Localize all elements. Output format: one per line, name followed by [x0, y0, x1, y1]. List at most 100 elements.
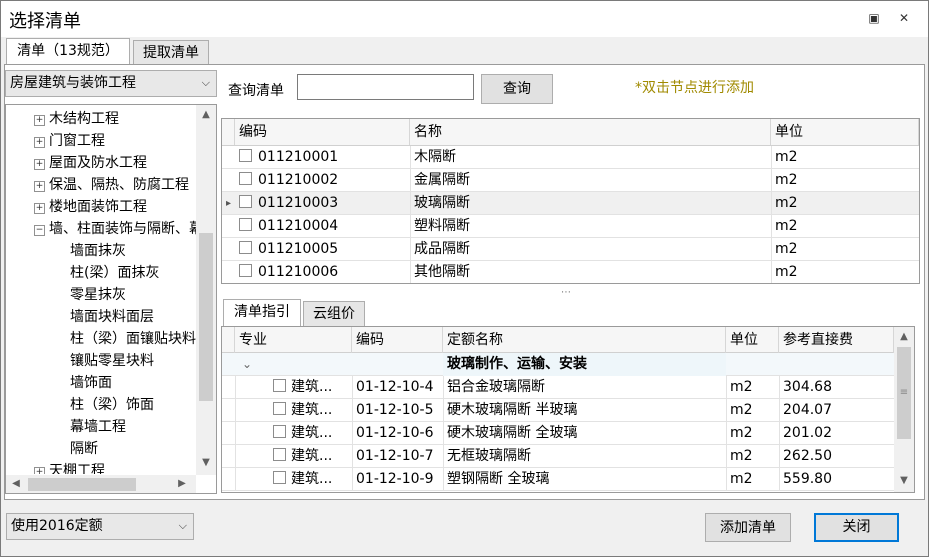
tree-item[interactable]: 墙饰面 — [6, 372, 198, 394]
tree-item[interactable]: 镶贴零星块料 — [6, 350, 198, 372]
list-row[interactable]: 011210001 木隔断 m2 — [222, 146, 919, 169]
add-list-button[interactable]: 添加清单 — [705, 513, 791, 542]
tree-item[interactable]: 墙面抹灰 — [6, 240, 198, 262]
tree-vscroll-thumb[interactable] — [199, 233, 213, 401]
row-checkbox[interactable] — [239, 172, 252, 185]
quota-version-combo[interactable]: 使用2016定额 ⌵ — [6, 513, 194, 540]
quota-group-name: 玻璃制作、运输、安装 — [443, 353, 726, 376]
quota-scroll-down-icon[interactable]: ▼ — [894, 475, 914, 486]
list-row[interactable]: 011210002 金属隔断 m2 — [222, 169, 919, 192]
row-checkbox[interactable] — [239, 218, 252, 231]
tab-list-13[interactable]: 清单（13规范） — [6, 38, 130, 66]
tree-item-label: 柱(梁）面抹灰 — [70, 265, 160, 281]
scroll-down-icon[interactable]: ▼ — [196, 457, 216, 468]
quota-cell-fee: 559.80 — [783, 471, 832, 487]
quota-row[interactable]: 建筑... 01-12-10-7 无框玻璃隔断 m2 262.50 — [222, 445, 894, 468]
tree-item[interactable]: + 天棚工程 — [6, 460, 198, 474]
quota-major-text: 建筑... — [291, 425, 333, 441]
expand-icon[interactable]: + — [34, 181, 45, 192]
expand-icon[interactable]: + — [34, 203, 45, 214]
quota-group-row[interactable]: ⌄ 玻璃制作、运输、安装 — [222, 353, 894, 376]
close-button[interactable]: 关闭 — [814, 513, 899, 542]
column-divider — [443, 376, 444, 399]
quota-row[interactable]: 建筑... 01-12-10-6 硬木玻璃隔断 全玻璃 m2 201.02 — [222, 422, 894, 445]
tree-item[interactable]: 幕墙工程 — [6, 416, 198, 438]
tree-item[interactable]: + 保温、隔热、防腐工程 — [6, 174, 198, 196]
column-divider — [779, 422, 780, 445]
quota-row-checkbox[interactable] — [273, 471, 286, 484]
list-row[interactable]: ▸ 011210003 玻璃隔断 m2 — [222, 192, 919, 215]
list-cell-unit: m2 — [775, 149, 798, 165]
list-row[interactable]: 011210006 其他隔断 m2 — [222, 261, 919, 283]
row-checkbox[interactable] — [239, 241, 252, 254]
quota-scroll-up-icon[interactable]: ▲ — [894, 331, 914, 342]
splitter-grip-icon[interactable]: ⋯ — [561, 287, 571, 298]
scroll-right-icon[interactable]: ▶ — [176, 478, 188, 489]
tab-list-guide[interactable]: 清单指引 — [223, 299, 301, 327]
row-checkbox[interactable] — [239, 149, 252, 162]
expand-icon[interactable]: + — [34, 467, 45, 474]
tree-item-label: 隔断 — [70, 441, 98, 457]
quota-row[interactable]: 建筑... 01-12-10-4 铝合金玻璃隔断 m2 304.68 — [222, 376, 894, 399]
list-cell-code: 011210006 — [235, 261, 410, 283]
quota-vscrollbar[interactable]: ▲ ≡ ▼ — [894, 327, 914, 492]
tree-item-label: 楼地面装饰工程 — [49, 199, 147, 215]
quota-row[interactable]: 建筑... 01-12-10-5 硬木玻璃隔断 半玻璃 m2 204.07 — [222, 399, 894, 422]
quota-cell-name: 硬木玻璃隔断 半玻璃 — [447, 402, 578, 418]
tree-hscrollbar[interactable]: ◀ ▶ — [6, 475, 196, 493]
quota-row[interactable]: 建筑... 01-12-10-9 塑钢隔断 全玻璃 m2 559.80 — [222, 468, 894, 491]
category-combo[interactable]: 房屋建筑与装饰工程 ⌵ — [5, 70, 217, 97]
quota-row-checkbox[interactable] — [273, 425, 286, 438]
scroll-left-icon[interactable]: ◀ — [10, 478, 22, 489]
close-icon[interactable]: ✕ — [893, 8, 915, 28]
expand-icon[interactable]: + — [34, 115, 45, 126]
tree-item[interactable]: 墙面块料面层 — [6, 306, 198, 328]
column-divider — [352, 376, 353, 399]
list-code-text: 011210004 — [258, 218, 339, 234]
tree-item[interactable]: + 木结构工程 — [6, 108, 198, 130]
current-row-marker-icon — [222, 146, 235, 169]
tree-hscroll-thumb[interactable] — [28, 478, 136, 491]
quota-row-checkbox[interactable] — [273, 402, 286, 415]
row-checkbox[interactable] — [239, 264, 252, 277]
tree-item[interactable]: 隔断 — [6, 438, 198, 460]
collapse-icon[interactable]: − — [34, 225, 45, 236]
column-divider — [779, 468, 780, 491]
current-row-marker-icon — [222, 238, 235, 261]
expand-icon[interactable]: + — [34, 137, 45, 148]
tree-item[interactable]: 柱(梁）面抹灰 — [6, 262, 198, 284]
quota-cell-code: 01-12-10-9 — [356, 471, 434, 487]
search-input[interactable] — [297, 74, 474, 100]
tree-item[interactable]: 零星抹灰 — [6, 284, 198, 306]
tree-item[interactable]: 柱（梁）饰面 — [6, 394, 198, 416]
quota-major-text: 建筑... — [291, 379, 333, 395]
list-code-text: 011210002 — [258, 172, 339, 188]
list-grid: 编码 名称 单位 011210001 木隔断 m2 011210002 金属隔断 m2 ▸ 0… — [221, 118, 920, 284]
tree-item[interactable]: 柱（梁）面镶贴块料 — [6, 328, 198, 350]
row-checkbox[interactable] — [239, 195, 252, 208]
tree-vscrollbar[interactable]: ▲ ▼ — [196, 105, 216, 475]
restore-icon[interactable]: ▣ — [863, 8, 885, 28]
list-row[interactable]: 011210004 塑料隔断 m2 — [222, 215, 919, 238]
chevron-down-icon: ⌵ — [201, 76, 210, 89]
tree-item[interactable]: −墙、柱面装饰与隔断、幕墙工程 — [6, 218, 198, 240]
column-divider — [410, 169, 411, 192]
tree-item[interactable]: + 楼地面装饰工程 — [6, 196, 198, 218]
quota-row-checkbox[interactable] — [273, 379, 286, 392]
tab-extract-list[interactable]: 提取清单 — [133, 40, 209, 66]
list-row[interactable]: 011210005 成品隔断 m2 — [222, 238, 919, 261]
expand-icon[interactable]: + — [34, 159, 45, 170]
quota-grid-header: 专业 编码 定额名称 单位 参考直接费 — [222, 327, 894, 353]
quota-cell-name: 无框玻璃隔断 — [447, 448, 531, 464]
quota-cell-unit: m2 — [730, 448, 753, 464]
tree-item[interactable]: + 门窗工程 — [6, 130, 198, 152]
quota-row-checkbox[interactable] — [273, 448, 286, 461]
collapse-toggle-icon[interactable]: ⌄ — [238, 353, 268, 376]
column-divider — [410, 192, 411, 215]
quota-header-major: 专业 — [235, 327, 352, 353]
tree-item[interactable]: + 屋面及防水工程 — [6, 152, 198, 174]
search-button[interactable]: 查询 — [481, 74, 553, 104]
list-cell-name: 塑料隔断 — [414, 218, 470, 234]
tab-cloud-pricing[interactable]: 云组价 — [303, 301, 365, 327]
scroll-up-icon[interactable]: ▲ — [196, 109, 216, 120]
